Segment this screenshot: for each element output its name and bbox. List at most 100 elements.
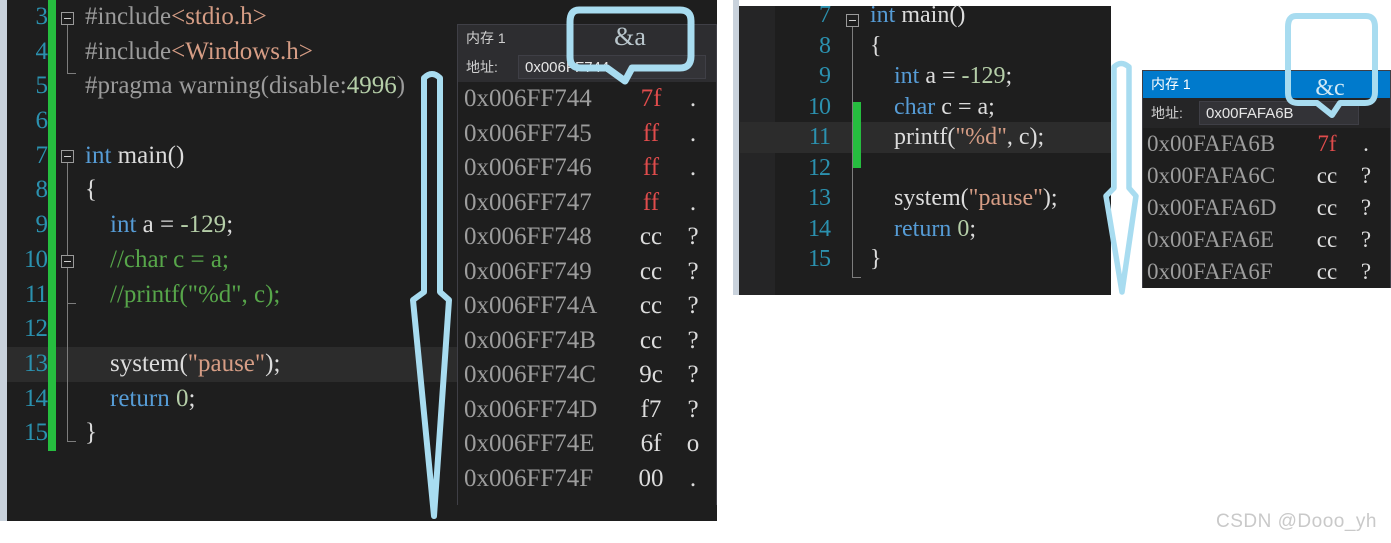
memory-window-a-titlebar[interactable]: 内存 1 <box>458 25 716 52</box>
fold-line-3-4 <box>67 25 68 73</box>
memory-address: 0x006FF74A <box>464 292 598 319</box>
code-text: } <box>870 246 882 272</box>
memory-hex-value: 9c <box>639 361 663 388</box>
memory-ascii-value: ? <box>687 361 699 388</box>
memory-address: 0x006FF74D <box>464 395 598 423</box>
memory-row[interactable]: 0x006FF745 ff. <box>458 117 716 152</box>
memory-row[interactable]: 0x00FAFA6C cc? <box>1143 160 1390 192</box>
fold-box-right-line7[interactable] <box>846 14 859 27</box>
fold-box-line10[interactable] <box>61 255 74 268</box>
fold-tick-11 <box>67 303 76 304</box>
line-number: 10 <box>808 93 831 120</box>
address-input-a[interactable]: 0x006FF744 <box>518 55 706 79</box>
memory-window-c[interactable]: 内存 1 地址: 0x00FAFA6B 0x00FAFA6B 7f. 0x00FAF… <box>1142 70 1391 288</box>
memory-hex-value: f7 <box>640 395 662 423</box>
memory-row[interactable]: 0x006FF748 cc? <box>458 220 716 255</box>
code-line[interactable]: 11 printf("%d", c); <box>740 122 1111 153</box>
memory-ascii-value: ? <box>687 395 699 423</box>
code-text: #pragma warning(disable:4996) <box>85 72 406 100</box>
memory-address: 0x00FAFA6E <box>1147 227 1274 252</box>
line-number: 14 <box>24 384 48 412</box>
memory-ascii-value: ? <box>1360 227 1372 252</box>
line-number: 11 <box>24 280 48 308</box>
code-text: int main() <box>85 141 185 169</box>
memory-rows-c[interactable]: 0x00FAFA6B 7f. 0x00FAFA6C cc? 0x00FAFA6D cc? 0… <box>1143 128 1390 288</box>
memory-hex-value: cc <box>1316 195 1338 220</box>
right-change-bar <box>853 102 861 168</box>
memory-row[interactable]: 0x006FF749 cc? <box>458 255 716 290</box>
memory-row[interactable]: 0x006FF74E 6f o <box>458 427 716 462</box>
memory-row[interactable]: 0x00FAFA6D cc? <box>1143 192 1390 224</box>
line-number: 15 <box>808 246 831 272</box>
code-text: #include<stdio.h> <box>85 3 267 30</box>
memory-window-a[interactable]: 内存 1 地址: 0x006FF744 0x006FF744 7f. 0x006FF… <box>457 24 717 506</box>
memory-address: 0x006FF74B <box>464 326 596 354</box>
memory-ascii-value: ? <box>687 223 699 250</box>
code-text: //char c = a; <box>85 245 229 273</box>
code-text: return 0; <box>85 384 196 412</box>
memory-rows-a[interactable]: 0x006FF744 7f. 0x006FF745 ff. 0x006FF746 ff. 0… <box>458 82 716 506</box>
memory-hex-value: ff <box>642 188 660 216</box>
memory-row[interactable]: 0x00FAFA6B 7f. <box>1143 128 1390 160</box>
memory-ascii-value: ? <box>687 257 699 285</box>
memory-row[interactable]: 0x006FF74C 9c? <box>458 358 716 393</box>
line-number: 6 <box>35 107 49 135</box>
code-line[interactable]: 7 int main() <box>740 0 1111 31</box>
fold-tick-4 <box>67 73 76 74</box>
memory-row[interactable]: 0x00FAFA6E cc? <box>1143 224 1390 256</box>
code-line[interactable]: 12 <box>740 153 1111 184</box>
memory-hex-value: cc <box>639 292 663 319</box>
memory-window-a-title: 内存 1 <box>466 30 506 46</box>
code-text: int main() <box>870 2 966 28</box>
address-input-c[interactable]: 0x00FAFA6B <box>1199 101 1359 125</box>
memory-ascii-value: ? <box>687 326 699 354</box>
line-number: 3 <box>35 3 49 30</box>
memory-address: 0x006FF74C <box>464 361 596 388</box>
fold-box-line7[interactable] <box>61 150 74 163</box>
memory-window-a-addressbar[interactable]: 地址: 0x006FF744 <box>458 52 716 82</box>
line-number: 11 <box>808 124 831 150</box>
memory-row[interactable]: 0x006FF74D f7? <box>458 393 716 428</box>
memory-row[interactable]: 0x006FF744 7f. <box>458 82 716 117</box>
memory-address: 0x006FF745 <box>464 119 592 147</box>
memory-row[interactable]: 0x006FF746 ff. <box>458 151 716 186</box>
code-text: { <box>870 32 882 59</box>
line-number: 8 <box>35 176 49 204</box>
right-code-lines[interactable]: 7 int main() 8{9 int a = -129; 10 char c = … <box>740 0 1111 295</box>
code-line[interactable]: 14 return 0; <box>740 214 1111 245</box>
memory-address: 0x00FAFA6B <box>1147 131 1276 156</box>
line-number: 7 <box>819 2 831 28</box>
line-number: 10 <box>24 245 48 273</box>
memory-ascii-value: ? <box>1360 259 1372 284</box>
fold-box-line3[interactable] <box>61 12 74 25</box>
right-code-panel[interactable]: 7 int main() 8{9 int a = -129; 10 char c = … <box>733 0 1111 295</box>
memory-ascii-value: . <box>689 188 697 216</box>
memory-hex-value: 6f <box>640 430 662 457</box>
memory-window-c-addressbar[interactable]: 地址: 0x00FAFA6B <box>1143 98 1390 128</box>
line-number: 4 <box>35 37 49 65</box>
code-line[interactable]: 10 char c = a; <box>740 92 1111 123</box>
code-line[interactable]: 8{ <box>740 31 1111 62</box>
memory-address: 0x00FAFA6D <box>1147 195 1277 220</box>
memory-ascii-value: ? <box>687 292 699 319</box>
memory-ascii-value: . <box>689 119 697 147</box>
memory-row[interactable]: 0x00FAFA6F cc? <box>1143 256 1390 288</box>
left-change-bar <box>48 0 56 451</box>
memory-row[interactable]: 0x006FF74B cc? <box>458 324 716 359</box>
left-panel-edge <box>0 0 7 528</box>
memory-ascii-value: . <box>1363 131 1369 156</box>
line-number: 12 <box>24 315 48 343</box>
memory-row[interactable]: 0x006FF74A cc? <box>458 289 716 324</box>
memory-ascii-value: ? <box>1360 163 1372 188</box>
memory-window-c-titlebar[interactable]: 内存 1 <box>1143 71 1390 98</box>
code-line[interactable]: 13 system("pause"); <box>740 183 1111 214</box>
code-line[interactable]: 15} <box>740 244 1111 275</box>
memory-row[interactable]: 0x006FF747 ff. <box>458 186 716 221</box>
left-panel-bottom-edge <box>0 521 717 528</box>
memory-row[interactable]: 0x006FF74F 00. <box>458 462 716 497</box>
memory-hex-value: 00 <box>638 464 664 492</box>
memory-address: 0x006FF74F <box>464 464 594 492</box>
memory-address: 0x00FAFA6F <box>1147 259 1273 284</box>
code-line[interactable]: 9 int a = -129; <box>740 61 1111 92</box>
code-text: return 0; <box>870 215 976 242</box>
